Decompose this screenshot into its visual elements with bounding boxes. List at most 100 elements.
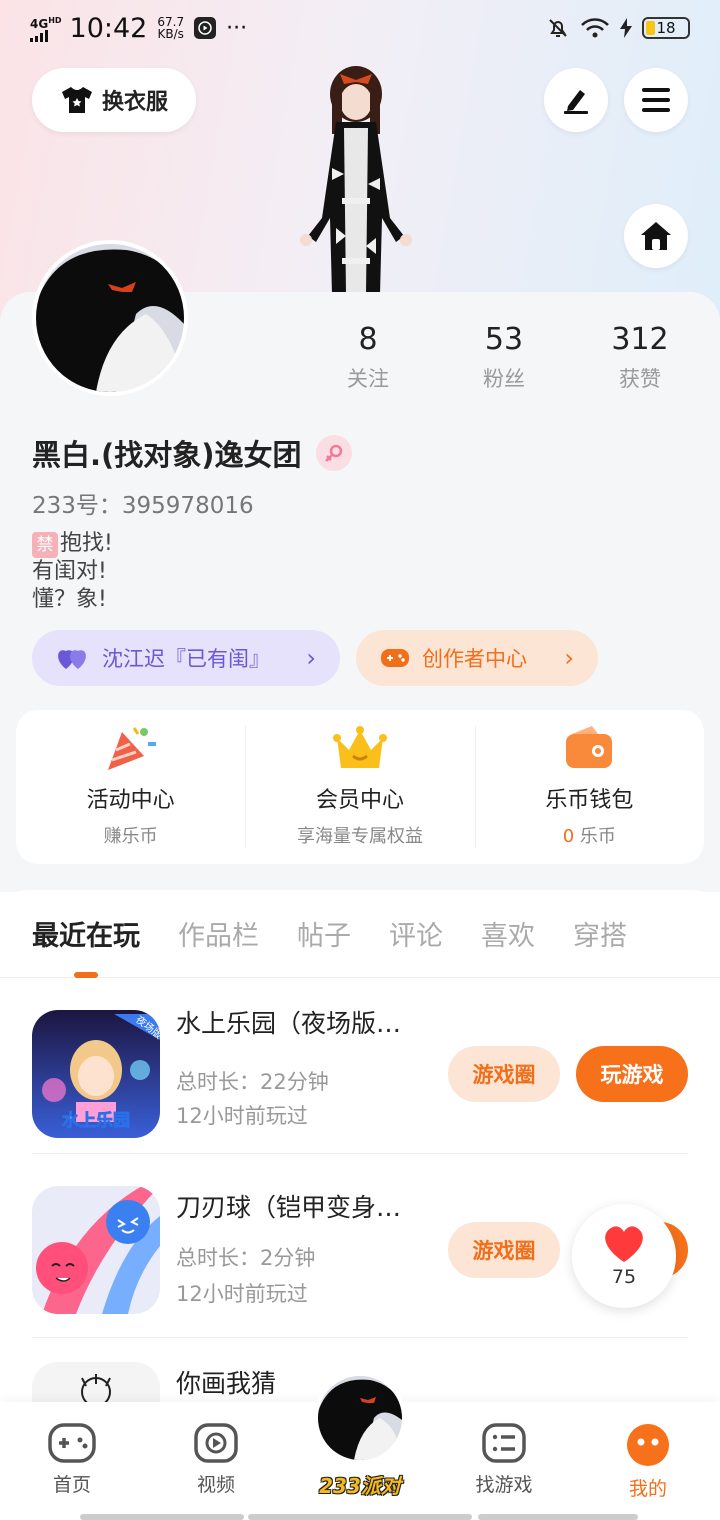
gesture-bar-right [478,1514,638,1520]
activity-center[interactable]: 活动中心 赚乐币 [16,710,245,864]
quick-access-panel: 活动中心 赚乐币 会员中心 享海量专属权益 乐币钱包 0 乐币 [16,710,704,864]
username: 黑白.(找对象)逸女团 [32,438,302,472]
gamepad-icon [381,649,409,667]
nav-video-label: 视频 [196,1474,235,1496]
coin-wallet-title: 乐币钱包 [545,788,634,813]
game-title: 刀刃球（铠甲变身… [176,1193,402,1222]
creator-center-label: 创作者中心 [422,647,527,671]
coin-wallet-sub: 0 乐币 [563,822,616,848]
me-face-icon [627,1424,669,1466]
network-type: 4G [30,16,49,31]
game-last-played: 12小时前玩过 [176,1282,308,1306]
stat-fans[interactable]: 53 粉丝 [436,322,572,393]
tab-outfits[interactable]: 穿搭 [573,890,627,978]
home-icon [641,222,671,250]
avatar-character-figure[interactable] [296,58,416,294]
female-gender-icon [315,435,352,471]
vip-center[interactable]: 会员中心 享海量专属权益 [245,710,474,864]
change-outfit-label: 换衣服 [101,90,168,115]
home-page-button[interactable] [624,204,688,268]
party-avatar [314,1372,406,1464]
game-icon-blade-ball[interactable] [32,1186,160,1314]
network-speed: 67.7 KB/s [157,16,184,40]
stat-following[interactable]: 8 关注 [300,322,436,393]
speed-unit: KB/s [157,27,184,41]
gamepad-nav-icon [48,1423,96,1463]
profile-avatar[interactable] [32,240,188,396]
tab-works[interactable]: 作品栏 [178,890,259,978]
clock: 10:42 [69,12,148,44]
play-game-button[interactable]: 玩游戏 [576,1046,688,1102]
menu-button[interactable] [624,68,688,132]
game-duration: 总时长：2分钟 [176,1246,316,1270]
media-play-icon [194,17,217,39]
relationship-tag[interactable]: 沈江迟『已有闺』 › [32,630,340,686]
activity-center-title: 活动中心 [86,788,175,813]
tab-recent-played[interactable]: 最近在玩 [32,890,140,978]
user-id: 233号：395978016 [32,493,254,519]
game-circle-button[interactable]: 游戏圈 [448,1222,560,1278]
heart-icon [605,1226,643,1262]
charging-icon [620,18,632,38]
bio-ban-tag: 禁 [32,532,58,558]
status-more: ··· [226,15,248,41]
double-heart-icon [58,650,86,669]
nav-me-label: 我的 [628,1478,667,1500]
stat-likes[interactable]: 312 获赞 [572,322,708,393]
like-count: 75 [611,1266,637,1288]
status-bar: 4GHD 10:42 67.7 KB/s ··· 18 [0,0,720,56]
network-indicator: 4GHD [30,15,62,42]
edit-profile-button[interactable] [544,68,608,132]
pen-icon [564,90,588,114]
chevron-right-icon: › [306,644,316,672]
like-float-button[interactable]: 75 [572,1204,676,1308]
game-row[interactable]: 夜场版 水上乐园 水上乐园（夜场版… 总时长：22分钟 12小时前玩过 游戏圈 … [32,978,688,1154]
gesture-bar-left [80,1514,244,1520]
tab-likes[interactable]: 喜欢 [481,890,535,978]
bio-line-1: 抱找! [60,531,113,556]
nav-find-games-label: 找游戏 [475,1474,533,1496]
network-hd: HD [48,15,62,25]
party-popper-icon [107,727,156,770]
wallet-icon [566,726,613,768]
game-title: 水上乐园（夜场版… [176,1009,402,1038]
chevron-right-icon: › [564,644,574,672]
bottom-navigation: 首页 视频 233派对 找游戏 我的 [0,1372,720,1520]
battery-level: 18 [656,19,676,37]
game-duration: 总时长：22分钟 [176,1070,329,1094]
coin-unit: 乐币 [579,826,616,847]
game-icon-water-park[interactable]: 夜场版 水上乐园 [32,1010,160,1138]
game-last-played: 12小时前玩过 [176,1104,308,1128]
change-outfit-button[interactable]: 换衣服 [32,68,196,132]
bio: 禁抱找! 有闺对! 懂？象! [32,530,113,614]
relationship-label: 沈江迟『已有闺』 [102,647,270,671]
nav-party[interactable]: 233派对 [288,1372,432,1520]
mute-bell-icon [549,19,567,37]
vip-center-sub: 享海量专属权益 [296,826,423,847]
nav-me[interactable]: 我的 [576,1402,720,1520]
creator-center-tag[interactable]: 创作者中心 › [356,630,598,686]
game-icon-caption: 水上乐园 [62,1110,130,1131]
wifi-icon [581,18,609,38]
stat-likes-count: 312 [611,322,669,357]
profile-tabs: 最近在玩 作品栏 帖子 评论 喜欢 穿搭 [0,890,720,978]
party-label: 233派对 [319,1474,401,1498]
stat-likes-label: 获赞 [619,367,661,391]
nav-home[interactable]: 首页 [0,1402,144,1520]
game-circle-button[interactable]: 游戏圈 [448,1046,560,1102]
stat-following-count: 8 [358,322,378,357]
nav-find-games[interactable]: 找游戏 [432,1402,576,1520]
bio-line-3: 懂？象! [32,587,107,612]
tab-comments[interactable]: 评论 [389,890,443,978]
tshirt-icon [61,87,92,113]
coin-balance: 0 [562,826,575,847]
tab-posts[interactable]: 帖子 [297,890,351,978]
list-nav-icon [482,1423,526,1463]
hamburger-menu-icon [642,88,670,112]
battery-icon: 18 [642,17,690,39]
video-play-icon [194,1423,238,1463]
nav-video[interactable]: 视频 [144,1402,288,1520]
gesture-bar-center [248,1514,472,1520]
crown-icon [332,726,387,768]
coin-wallet[interactable]: 乐币钱包 0 乐币 [474,710,704,864]
